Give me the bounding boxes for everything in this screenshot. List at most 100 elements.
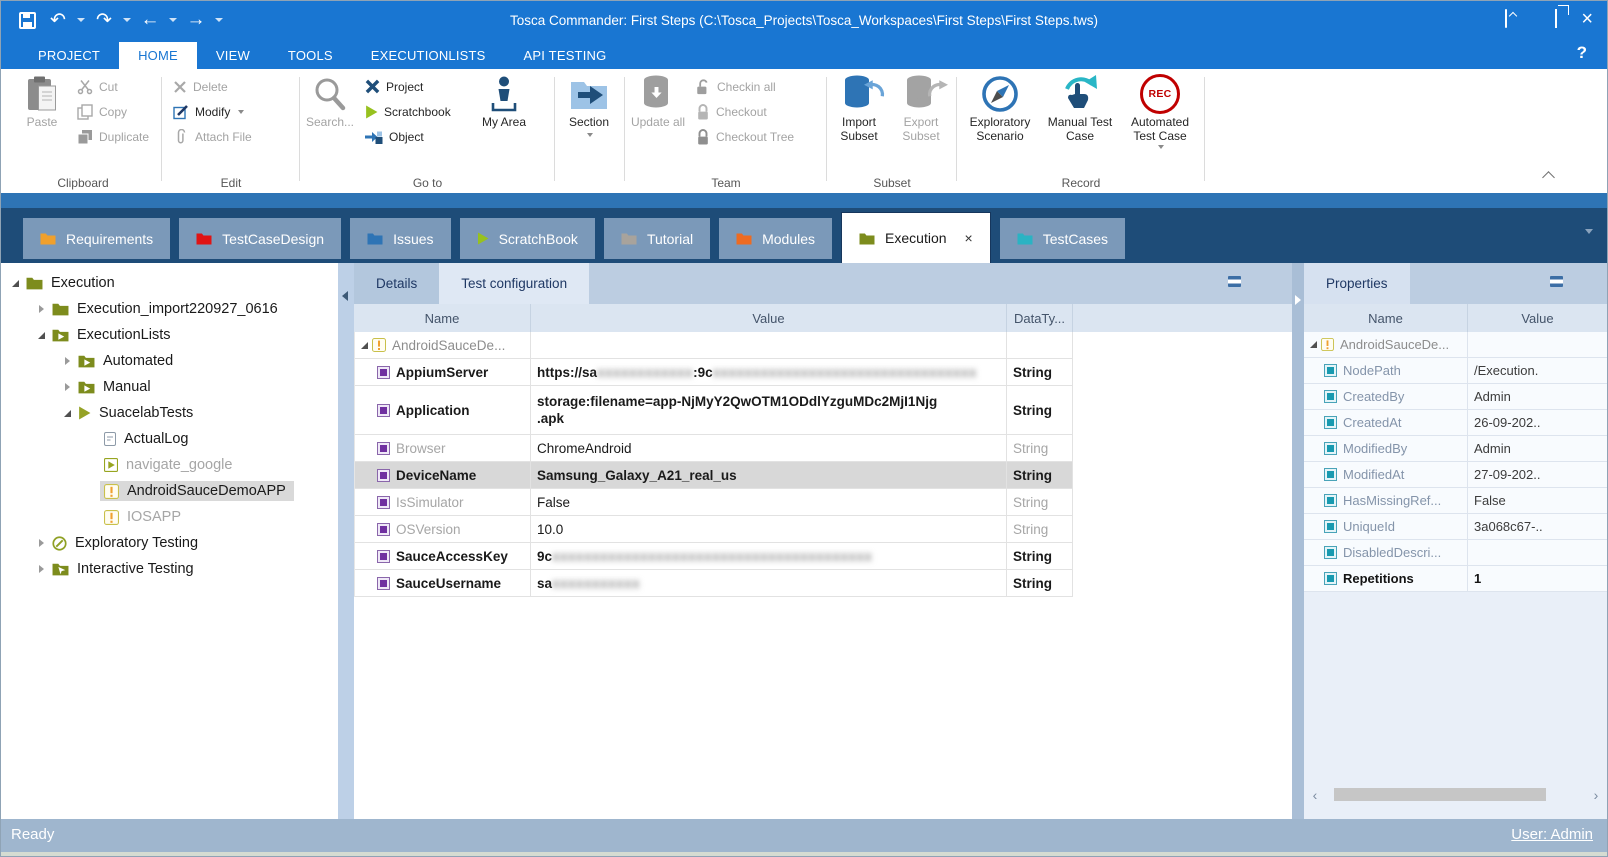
collapse-left-icon[interactable] bbox=[342, 291, 348, 301]
pin-icon[interactable] bbox=[1228, 276, 1241, 287]
config-row-sauceusername[interactable]: SauceUsername saxxxxxxxxxxx String bbox=[355, 570, 1073, 597]
column-header-datatype[interactable]: DataTy... bbox=[1007, 304, 1073, 332]
cut-button[interactable]: Cut bbox=[77, 74, 149, 99]
config-row-issimulator[interactable]: IsSimulator False String bbox=[355, 489, 1073, 516]
redo-button[interactable]: ↷ bbox=[92, 8, 116, 32]
expander-icon[interactable] bbox=[61, 383, 74, 391]
goto-project-button[interactable]: Project bbox=[365, 74, 451, 99]
expander-icon[interactable] bbox=[35, 565, 48, 573]
prop-row-group[interactable]: AndroidSauceDe... bbox=[1304, 332, 1607, 358]
config-row-osversion[interactable]: OSVersion 10.0 String bbox=[355, 516, 1073, 543]
goto-object-button[interactable]: Object bbox=[365, 124, 451, 149]
expander-icon[interactable] bbox=[61, 357, 74, 365]
help-button[interactable]: ? bbox=[1577, 43, 1587, 63]
config-row-sauceaccesskey[interactable]: SauceAccessKey 9cxxxxxxxxxxxxxxxxxxxxxxx… bbox=[355, 543, 1073, 570]
exploratory-scenario-button[interactable]: Exploratory Scenario bbox=[964, 73, 1036, 143]
collapse-ribbon-button[interactable] bbox=[1542, 171, 1555, 184]
prop-row-modifiedat[interactable]: ModifiedAt 27-09-202.. bbox=[1304, 462, 1607, 488]
prop-row-modifiedby[interactable]: ModifiedBy Admin bbox=[1304, 436, 1607, 462]
tab-tools[interactable]: TOOLS bbox=[269, 42, 352, 69]
expander-icon[interactable] bbox=[361, 342, 368, 349]
tree-item-iosapp[interactable]: IOSAPP bbox=[1, 504, 338, 530]
tab-api-testing[interactable]: API TESTING bbox=[505, 42, 626, 69]
tree-item-androidsaucedemoapp[interactable]: AndroidSauceDemoAPP bbox=[1, 478, 338, 504]
goto-scratchbook-button[interactable]: Scratchbook bbox=[365, 99, 451, 124]
export-subset-button[interactable]: Export Subset bbox=[892, 73, 950, 143]
close-tab-icon[interactable]: × bbox=[965, 230, 973, 246]
pin-icon[interactable] bbox=[1550, 276, 1563, 287]
tree-item-executionlists[interactable]: ExecutionLists bbox=[1, 322, 338, 348]
column-header-name[interactable]: Name bbox=[354, 304, 531, 332]
checkout-tree-button[interactable]: Checkout Tree bbox=[696, 124, 794, 149]
column-header-value[interactable]: Value bbox=[1468, 304, 1607, 332]
tab-home[interactable]: HOME bbox=[119, 42, 197, 69]
prop-row-hasmissingref[interactable]: HasMissingRef... False bbox=[1304, 488, 1607, 514]
expander-icon[interactable] bbox=[35, 539, 48, 547]
update-all-button[interactable]: Update all bbox=[630, 73, 686, 129]
config-row-application[interactable]: Application storage:filename=app-NjMyY2Q… bbox=[355, 386, 1073, 435]
import-subset-button[interactable]: Import Subset bbox=[830, 73, 888, 143]
workspace-tab-modules[interactable]: Modules bbox=[719, 218, 832, 259]
workspace-tab-execution[interactable]: Execution × bbox=[841, 212, 991, 263]
section-button[interactable]: Section bbox=[556, 73, 622, 137]
tree-item-actuallog[interactable]: ActualLog bbox=[1, 426, 338, 452]
forward-button[interactable]: → bbox=[184, 8, 208, 32]
duplicate-button[interactable]: Duplicate bbox=[77, 124, 149, 149]
tab-details[interactable]: Details bbox=[354, 263, 439, 304]
config-row-appiumserver[interactable]: AppiumServer https://saxxxxxxxxxxxx:9cxx… bbox=[355, 359, 1073, 386]
config-row-group[interactable]: AndroidSauceDe... bbox=[355, 332, 1073, 359]
config-row-devicename[interactable]: DeviceName Samsung_Galaxy_A21_real_us St… bbox=[355, 462, 1073, 489]
user-link[interactable]: User: Admin bbox=[1511, 826, 1593, 843]
search-button[interactable]: Search... bbox=[301, 73, 359, 129]
tab-properties[interactable]: Properties bbox=[1304, 263, 1410, 304]
tree-item-manual[interactable]: Manual bbox=[1, 374, 338, 400]
my-area-button[interactable]: My Area bbox=[473, 73, 535, 129]
prop-row-createdby[interactable]: CreatedBy Admin bbox=[1304, 384, 1607, 410]
tree-item-interactive-testing[interactable]: Interactive Testing bbox=[1, 556, 338, 582]
tree-item-exploratory-testing[interactable]: Exploratory Testing bbox=[1, 530, 338, 556]
undo-dropdown[interactable] bbox=[77, 18, 85, 22]
scroll-right-arrow[interactable]: › bbox=[1589, 787, 1603, 803]
undo-button[interactable]: ↶ bbox=[46, 8, 70, 32]
column-header-name[interactable]: Name bbox=[1304, 304, 1468, 332]
tab-executionlists[interactable]: EXECUTIONLISTS bbox=[352, 42, 505, 69]
ribbon-display-options-button[interactable] bbox=[1505, 10, 1507, 28]
delete-button[interactable]: Delete bbox=[173, 74, 252, 99]
copy-button[interactable]: Copy bbox=[77, 99, 149, 124]
save-button[interactable] bbox=[15, 8, 39, 32]
expander-icon[interactable] bbox=[35, 305, 48, 313]
prop-row-disableddescription[interactable]: DisabledDescri... bbox=[1304, 540, 1607, 566]
tab-project[interactable]: PROJECT bbox=[19, 42, 119, 69]
tree-item-execution-import[interactable]: Execution_import220927_0616 bbox=[1, 296, 338, 322]
workspace-tab-testcases[interactable]: TestCases bbox=[1000, 218, 1125, 259]
workspace-tab-requirements[interactable]: Requirements bbox=[23, 218, 170, 259]
tree-item-navigate-google[interactable]: navigate_google bbox=[1, 452, 338, 478]
prop-row-nodepath[interactable]: NodePath /Execution. bbox=[1304, 358, 1607, 384]
prop-row-repetitions[interactable]: Repetitions 1 bbox=[1304, 566, 1607, 592]
modify-button[interactable]: Modify bbox=[173, 99, 252, 124]
close-button[interactable]: × bbox=[1581, 9, 1593, 29]
workspace-tab-testcasedesign[interactable]: TestCaseDesign bbox=[179, 218, 341, 259]
config-row-browser[interactable]: Browser ChromeAndroid String bbox=[355, 435, 1073, 462]
right-splitter[interactable] bbox=[1292, 263, 1304, 819]
forward-dropdown[interactable] bbox=[215, 18, 223, 22]
checkin-all-button[interactable]: Checkin all bbox=[696, 74, 794, 99]
collapse-right-icon[interactable] bbox=[1295, 295, 1301, 305]
tab-view[interactable]: VIEW bbox=[197, 42, 269, 69]
scroll-left-arrow[interactable]: ‹ bbox=[1308, 787, 1322, 803]
left-splitter[interactable] bbox=[338, 263, 354, 819]
back-dropdown[interactable] bbox=[169, 18, 177, 22]
expander-icon[interactable] bbox=[9, 280, 22, 287]
expander-icon[interactable] bbox=[61, 410, 74, 417]
column-header-value[interactable]: Value bbox=[531, 304, 1007, 332]
restore-button[interactable] bbox=[1555, 10, 1557, 28]
attach-file-button[interactable]: Attach File bbox=[173, 124, 252, 149]
scrollbar-thumb[interactable] bbox=[1334, 788, 1546, 801]
checkout-button[interactable]: Checkout bbox=[696, 99, 794, 124]
expander-icon[interactable] bbox=[35, 332, 48, 339]
expander-icon[interactable] bbox=[1310, 341, 1317, 348]
prop-row-createdat[interactable]: CreatedAt 26-09-202.. bbox=[1304, 410, 1607, 436]
tree-item-execution[interactable]: Execution bbox=[1, 270, 338, 296]
tree-item-automated[interactable]: Automated bbox=[1, 348, 338, 374]
tree-item-suacelabtests[interactable]: SuacelabTests bbox=[1, 400, 338, 426]
